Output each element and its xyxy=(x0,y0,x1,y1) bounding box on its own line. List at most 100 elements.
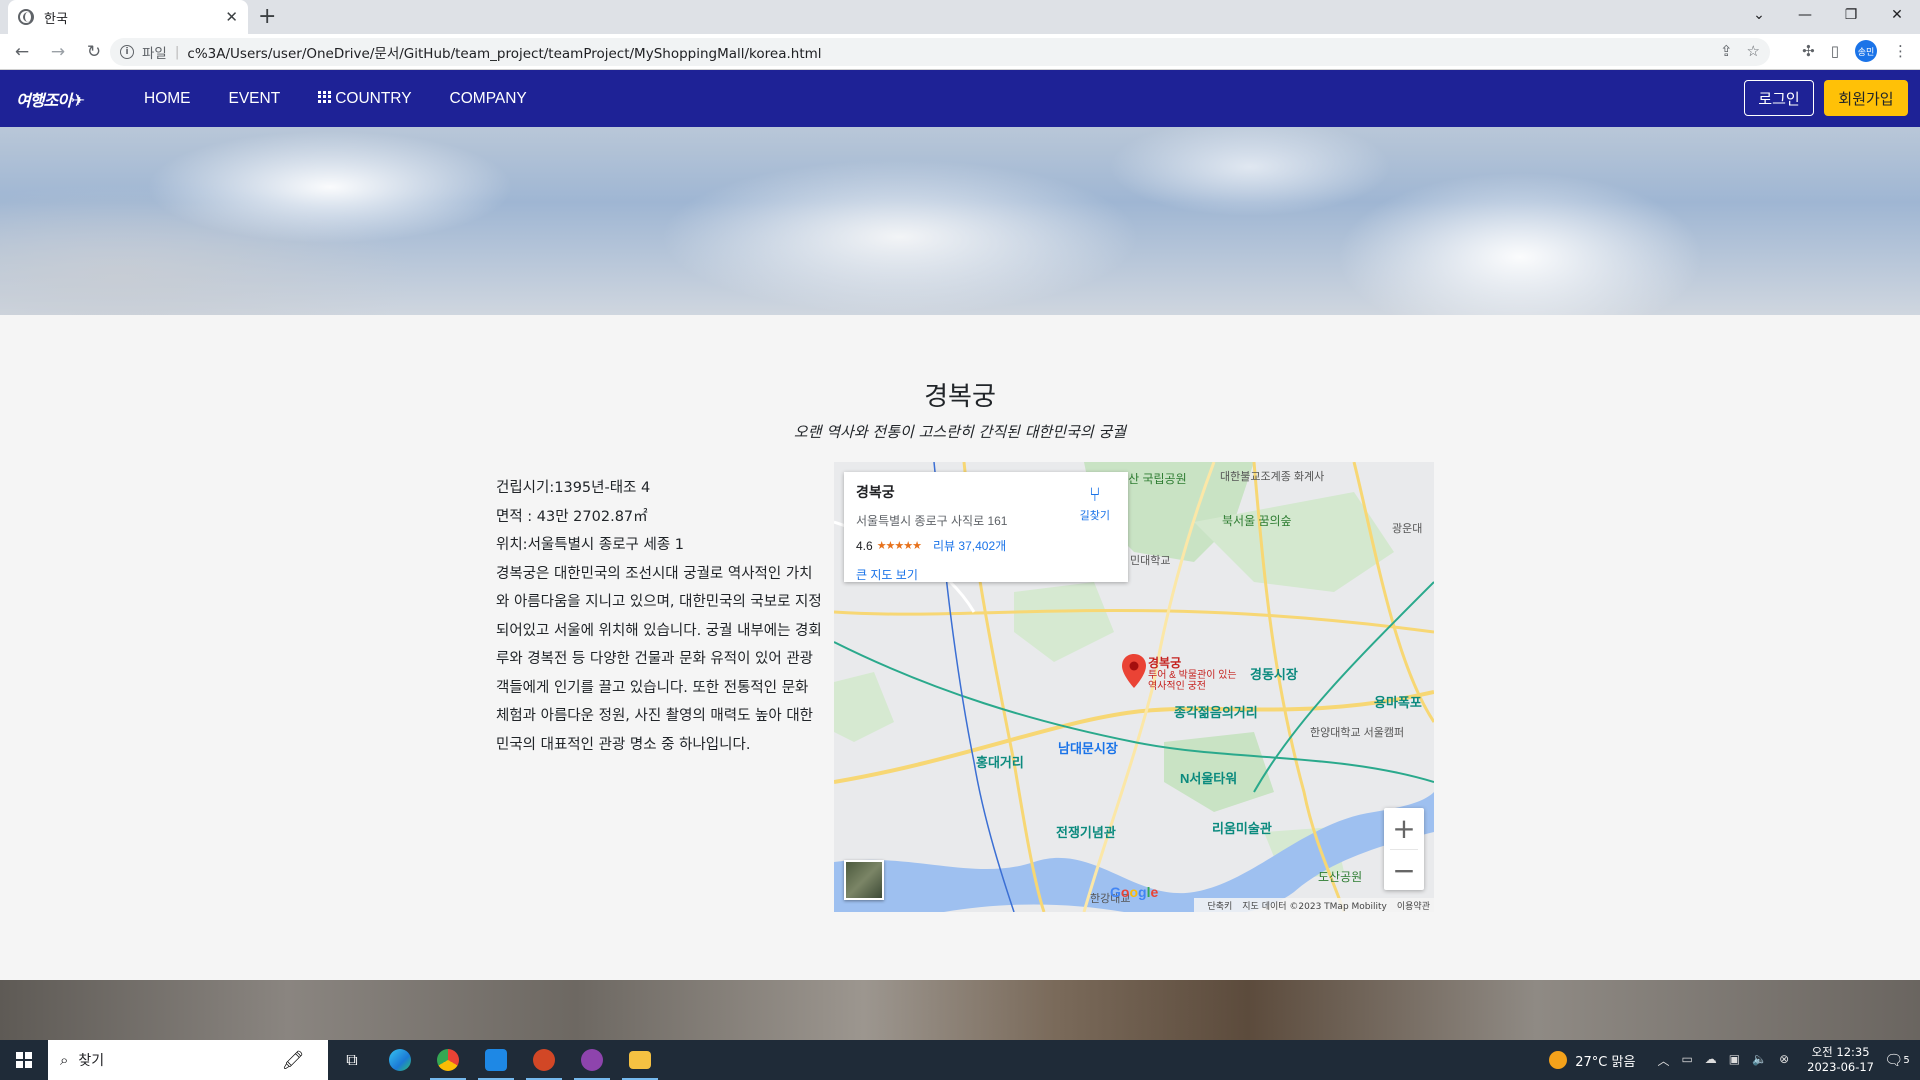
place-info-card: 경복궁 서울특별시 종로구 사직로 161 4.6 ★★★★★ 리뷰 37,40… xyxy=(844,472,1128,582)
satellite-toggle[interactable] xyxy=(844,860,884,900)
url-text[interactable]: c%3A/Users/user/OneDrive/문서/GitHub/team_… xyxy=(187,42,821,62)
map-label-minju: 민대학교 xyxy=(1130,555,1171,567)
cloud-icon[interactable]: ☁ xyxy=(1705,1052,1717,1069)
window-controls: ⌄ — ❐ ✕ xyxy=(1736,0,1920,30)
minimize-icon[interactable]: — xyxy=(1782,0,1828,30)
new-tab-button[interactable]: + xyxy=(258,4,276,30)
google-map[interactable]: 북한산 국립공원 대한불교조계종 화계사 북서울 꿈의숲 광운대 민대학교 경동… xyxy=(834,462,1434,912)
map-data-attribution: 지도 데이터 ©2023 TMap Mobility xyxy=(1242,901,1387,912)
google-letter: g xyxy=(1138,884,1147,900)
airplane-icon: ✈ xyxy=(70,90,85,111)
powerpoint-icon xyxy=(533,1049,555,1071)
reviews-link[interactable]: 리뷰 37,402개 xyxy=(933,537,1006,554)
nav-home[interactable]: HOME xyxy=(144,90,191,108)
directions-icon: ⑂ xyxy=(1088,484,1101,506)
folder-icon xyxy=(629,1051,651,1069)
network-icon[interactable]: ▣ xyxy=(1729,1052,1740,1069)
windows-logo-icon xyxy=(16,1052,32,1068)
map-label-leeum: 리움미술관 xyxy=(1212,821,1272,836)
star-rating-icon: ★★★★★ xyxy=(876,540,922,552)
reload-icon[interactable]: ↻ xyxy=(80,38,108,66)
search-highlight-icon[interactable]: 🖍 xyxy=(258,1040,328,1080)
map-pin-sublabel: 투어 & 박물관이 있는 역사적인 궁전 xyxy=(1148,670,1237,692)
keyboard-shortcuts-link[interactable]: 단축키 xyxy=(1207,899,1232,912)
volume-icon[interactable]: 🔈 xyxy=(1752,1052,1767,1069)
view-larger-map-link[interactable]: 큰 지도 보기 xyxy=(856,566,1116,583)
tab-search-icon[interactable]: ⌄ xyxy=(1736,0,1782,30)
signup-button[interactable]: 회원가입 xyxy=(1824,80,1908,116)
notification-count: 5 xyxy=(1903,1054,1910,1066)
vscode-app[interactable] xyxy=(472,1040,520,1080)
place-subtitle: 오랜 역사와 전통이 고스란히 간직된 대한민국의 궁궐 xyxy=(793,423,1127,441)
address-bar[interactable]: i 파일 | c%3A/Users/user/OneDrive/문서/GitHu… xyxy=(110,38,1770,66)
site-logo[interactable]: 여행조이✈ xyxy=(16,87,106,111)
site-navbar: 여행조이✈ HOME EVENT COUNTRY COMPANY 로그인 회원가… xyxy=(0,70,1920,127)
map-label-gwangun: 광운대 xyxy=(1392,523,1423,535)
task-view-button[interactable]: ⧉ xyxy=(328,1040,376,1080)
description: 경복궁은 대한민국의 조선시대 궁궐로 역사적인 가치와 아름다움을 지니고 있… xyxy=(496,565,822,753)
chrome-app[interactable] xyxy=(424,1040,472,1080)
built-date: 건립시기:1395년-태조 4 xyxy=(496,480,651,496)
menu-kebab-icon[interactable]: ⋮ xyxy=(1893,42,1908,60)
directions-label: 길찾기 xyxy=(1079,510,1110,522)
battery-icon[interactable]: ▭ xyxy=(1681,1052,1692,1069)
globe-icon xyxy=(18,9,34,25)
edge-app[interactable] xyxy=(376,1040,424,1080)
restore-icon[interactable]: ❐ xyxy=(1828,0,1874,30)
rating-value: 4.6 xyxy=(856,538,873,553)
map-label-yongma: 용마폭포 xyxy=(1374,695,1422,710)
directions-button[interactable]: ⑂ 길찾기 xyxy=(1080,484,1110,523)
github-desktop-app[interactable] xyxy=(568,1040,616,1080)
side-panel-icon[interactable]: ▯ xyxy=(1831,42,1839,60)
google-letter: o xyxy=(1129,884,1139,900)
map-label-hanyang: 한양대학교 서울캠퍼 xyxy=(1310,727,1405,739)
start-button[interactable] xyxy=(0,1040,48,1080)
github-icon xyxy=(581,1049,603,1071)
browser-tab-strip: 한국 ✕ + ⌄ — ❐ ✕ xyxy=(0,0,1920,34)
info-icon[interactable]: i xyxy=(120,45,134,59)
back-icon[interactable]: ← xyxy=(8,38,36,66)
login-button[interactable]: 로그인 xyxy=(1744,80,1814,116)
edge-icon xyxy=(389,1049,411,1071)
browser-tab[interactable]: 한국 ✕ xyxy=(8,0,248,34)
chrome-icon xyxy=(437,1049,459,1071)
zoom-out-button[interactable]: − xyxy=(1384,850,1424,891)
profile-avatar[interactable]: 송민 xyxy=(1855,40,1877,62)
map-label-hongdae: 홍대거리 xyxy=(976,755,1024,770)
map-label-dosan: 도산공원 xyxy=(1318,870,1363,884)
tab-title: 한국 xyxy=(44,11,68,27)
close-window-icon[interactable]: ✕ xyxy=(1874,0,1920,30)
share-icon[interactable]: ⇪ xyxy=(1720,42,1733,60)
close-tab-icon[interactable]: ✕ xyxy=(225,8,238,26)
card-rating: 4.6 ★★★★★ 리뷰 37,402개 xyxy=(856,537,1116,554)
tray-icons: ︿ ▭ ☁ ▣ 🔈 ⊗ xyxy=(1657,1052,1789,1069)
grid-icon xyxy=(318,90,332,103)
area: 면적 : 43만 2702.87㎡ xyxy=(496,508,648,525)
extensions-icon[interactable]: ✣ xyxy=(1802,42,1815,60)
forward-icon[interactable]: → xyxy=(44,38,72,66)
card-place-name: 경복궁 xyxy=(856,484,895,500)
weather-text[interactable]: 27°C 맑음 xyxy=(1575,1051,1635,1070)
taskbar-search[interactable]: ⌕ 찾기 xyxy=(48,1040,258,1080)
file-explorer-app[interactable] xyxy=(616,1040,664,1080)
notification-icon: 🗨 xyxy=(1884,1051,1904,1069)
bookmark-star-icon[interactable]: ☆ xyxy=(1747,42,1760,60)
nav-company[interactable]: COMPANY xyxy=(450,90,527,108)
omnibox-actions: ⇪ ☆ xyxy=(1720,42,1760,60)
map-pin-icon[interactable] xyxy=(1122,654,1146,688)
zoom-in-button[interactable]: + xyxy=(1384,808,1424,849)
sun-icon xyxy=(1549,1051,1568,1069)
nav-country[interactable]: COUNTRY xyxy=(318,89,412,108)
terms-link[interactable]: 이용약관 xyxy=(1397,899,1430,912)
notification-center[interactable]: 🗨 5 xyxy=(1874,1040,1920,1080)
chevron-up-icon[interactable]: ︿ xyxy=(1657,1052,1669,1069)
nav-event[interactable]: EVENT xyxy=(229,90,281,108)
browser-toolbar: ← → ↻ i 파일 | c%3A/Users/user/OneDrive/문서… xyxy=(0,34,1920,70)
ime-icon[interactable]: ⊗ xyxy=(1779,1052,1789,1069)
nav-country-label: COUNTRY xyxy=(335,89,412,107)
clock[interactable]: 오전 12:35 2023-06-17 xyxy=(1807,1045,1874,1075)
search-icon: ⌕ xyxy=(60,1051,69,1069)
powerpoint-app[interactable] xyxy=(520,1040,568,1080)
google-letter: e xyxy=(1150,884,1159,900)
search-label: 찾기 xyxy=(78,1053,105,1069)
